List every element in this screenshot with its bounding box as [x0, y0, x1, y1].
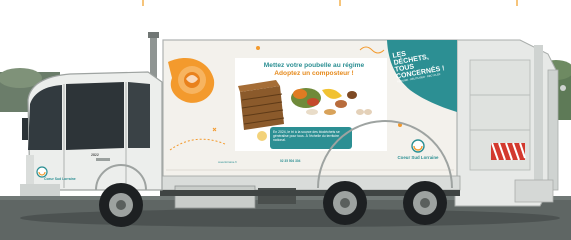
lightbulb-icon	[257, 131, 267, 141]
ad-brand-name: Coeur Sud Lorraine	[397, 155, 439, 160]
top-banner-strip	[0, 0, 571, 6]
rear-compactor	[454, 39, 566, 207]
truck-photo	[0, 0, 571, 240]
cab-plate: 2822	[91, 153, 99, 157]
ad-phone: 02 35 504 304	[280, 159, 301, 163]
ad-headline-line1: Mettez votre poubelle au régime	[263, 62, 365, 69]
ad-headline-line2: Adoptez un composteur !	[274, 70, 354, 77]
cab-brand-name: Coeur Sud Lorraine	[44, 177, 76, 181]
ad-website: coeurlorraine.fr	[218, 160, 237, 164]
ad-headline: Mettez votre poubelle au régime Adoptez …	[258, 62, 370, 78]
compost-bin-illustration	[238, 80, 285, 130]
ad-info-text: En 2024, le tri à la source des biodéche…	[273, 130, 340, 143]
rear-wheel-2	[403, 181, 447, 225]
rear-wheel-1	[323, 181, 367, 225]
truck-cab	[20, 71, 163, 196]
front-wheel	[99, 183, 143, 227]
